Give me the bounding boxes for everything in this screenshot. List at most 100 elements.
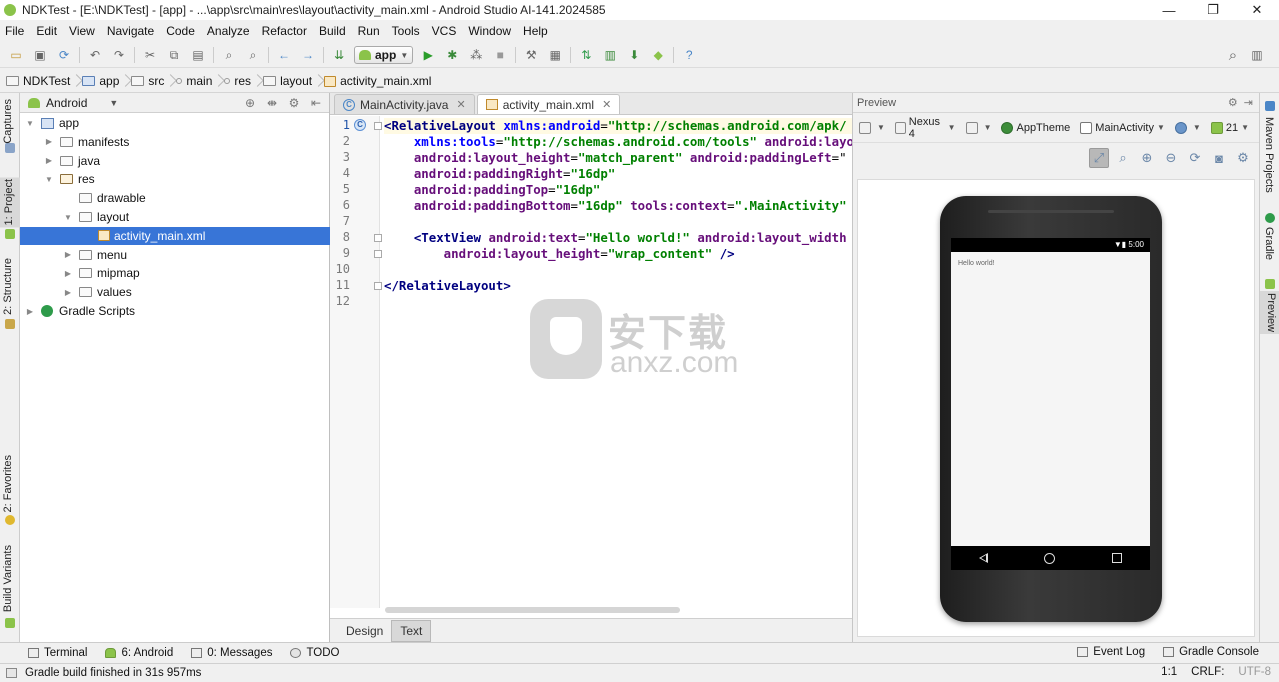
breadcrumb-src[interactable]: src xyxy=(131,74,172,88)
expand-arrow-icon[interactable]: ▶ xyxy=(25,307,35,316)
tab-maven-projects[interactable]: Maven Projects xyxy=(1263,117,1275,193)
attach-debugger-icon[interactable]: ⁂ xyxy=(468,47,484,63)
sync-icon[interactable]: ⟳ xyxy=(56,47,72,63)
layout-icon[interactable]: ▥ xyxy=(1249,47,1265,63)
breadcrumb-res[interactable]: res xyxy=(224,74,259,88)
tree-item[interactable]: ▶ manifests xyxy=(44,133,129,151)
refresh-icon[interactable]: ⟳ xyxy=(1185,148,1205,168)
tab-captures[interactable]: Captures xyxy=(2,99,14,144)
fold-icon[interactable] xyxy=(374,282,382,290)
debug-icon[interactable]: ✱ xyxy=(444,47,460,63)
fold-icon[interactable] xyxy=(374,250,382,258)
locate-icon[interactable]: ⊕ xyxy=(243,96,257,110)
chevron-down-icon[interactable]: ▼ xyxy=(109,98,118,108)
menu-window[interactable]: Window xyxy=(468,24,511,38)
collapse-arrow-icon[interactable]: ▼ xyxy=(63,213,73,222)
menu-edit[interactable]: Edit xyxy=(36,24,57,38)
breadcrumb-project[interactable]: NDKTest xyxy=(6,74,78,88)
tree-item[interactable]: ▶ mipmap xyxy=(63,264,140,282)
tab-project[interactable]: 1: Project xyxy=(0,177,20,228)
sdk-manager-icon[interactable]: ⚒ xyxy=(523,47,539,63)
cut-icon[interactable]: ✂ xyxy=(142,47,158,63)
activity-select[interactable]: MainActivity ▼ xyxy=(1080,121,1165,134)
breadcrumb-file[interactable]: activity_main.xml xyxy=(324,74,439,88)
tab-design[interactable]: Design xyxy=(338,621,391,641)
run-configuration-select[interactable]: app ▼ xyxy=(354,46,414,64)
tree-item[interactable]: ▶ menu xyxy=(63,246,127,264)
zoom-in-icon[interactable]: ⊕ xyxy=(1137,148,1157,168)
tab-activity-main-xml[interactable]: activity_main.xml ✕ xyxy=(476,94,621,114)
breadcrumb-layout[interactable]: layout xyxy=(263,74,320,88)
tree-item[interactable]: activity_main.xml xyxy=(20,226,330,245)
tree-item[interactable]: ▶ Gradle Scripts xyxy=(25,302,135,320)
tab-mainactivity-java[interactable]: C MainActivity.java ✕ xyxy=(334,94,475,114)
minimize-button[interactable]: — xyxy=(1147,0,1191,20)
hide-panel-icon[interactable]: ⇥ xyxy=(1244,96,1253,109)
maximize-button[interactable]: ❐ xyxy=(1191,0,1235,20)
sync-gradle-icon[interactable]: ⇅ xyxy=(578,47,594,63)
breadcrumb-app[interactable]: app xyxy=(82,74,127,88)
open-folder-icon[interactable]: ▭ xyxy=(8,47,24,63)
collapse-arrow-icon[interactable]: ▼ xyxy=(44,175,54,184)
collapse-icon[interactable]: ⇼ xyxy=(265,96,279,110)
zoom-to-fit-icon[interactable]: ⤢ xyxy=(1089,148,1109,168)
tool-event-log[interactable]: Event Log xyxy=(1077,646,1145,658)
expand-arrow-icon[interactable]: ▶ xyxy=(63,250,73,259)
screenshot-icon[interactable]: ◙ xyxy=(1209,148,1229,168)
tab-structure[interactable]: 2: Structure xyxy=(2,258,14,315)
close-icon[interactable]: ✕ xyxy=(456,98,465,111)
class-marker-icon[interactable]: C xyxy=(354,119,366,131)
tab-build-variants[interactable]: Build Variants xyxy=(2,545,14,612)
expand-arrow-icon[interactable]: ▶ xyxy=(44,156,54,165)
menu-run[interactable]: Run xyxy=(358,24,380,38)
copy-icon[interactable]: ⧉ xyxy=(166,47,182,63)
menu-refactor[interactable]: Refactor xyxy=(262,24,307,38)
expand-arrow-icon[interactable]: ▶ xyxy=(44,137,54,146)
tool-terminal[interactable]: Terminal xyxy=(28,647,87,659)
settings-icon[interactable]: ⚙ xyxy=(1233,148,1253,168)
locale-select[interactable]: ▼ xyxy=(1174,121,1201,134)
tree-item[interactable]: ▼ res xyxy=(44,170,95,188)
menu-vcs[interactable]: VCS xyxy=(432,24,457,38)
fold-icon[interactable] xyxy=(374,234,382,242)
sdk-download-icon[interactable]: ⬇ xyxy=(626,47,642,63)
tool-android[interactable]: 6: Android xyxy=(105,647,173,659)
undo-icon[interactable]: ↶ xyxy=(87,47,103,63)
menu-code[interactable]: Code xyxy=(166,24,195,38)
menu-tools[interactable]: Tools xyxy=(392,24,420,38)
file-encoding[interactable]: UTF-8 xyxy=(1238,666,1271,678)
tab-preview[interactable]: Preview xyxy=(1260,291,1279,335)
device-monitor-icon[interactable]: ▥ xyxy=(602,47,618,63)
search-icon[interactable]: ⌕ xyxy=(1225,47,1241,64)
close-button[interactable]: ✕ xyxy=(1235,0,1279,20)
collapse-arrow-icon[interactable]: ▼ xyxy=(25,119,35,128)
tab-favorites[interactable]: 2: Favorites xyxy=(2,455,14,512)
forward-icon[interactable]: → xyxy=(300,47,316,63)
horizontal-scrollbar[interactable] xyxy=(385,607,680,613)
tree-item[interactable]: drawable xyxy=(63,189,146,207)
gear-icon[interactable]: ⚙ xyxy=(287,96,301,110)
expand-arrow-icon[interactable]: ▶ xyxy=(63,269,73,278)
project-view-select[interactable]: Android xyxy=(46,96,87,110)
api-select[interactable]: 21 ▼ xyxy=(1210,121,1249,134)
device-select[interactable]: Nexus 4 ▼ xyxy=(894,116,956,140)
actual-size-icon[interactable]: ⌕ xyxy=(1113,148,1133,168)
tool-todo[interactable]: TODO xyxy=(290,647,339,659)
close-icon[interactable]: ✕ xyxy=(602,98,611,111)
menu-help[interactable]: Help xyxy=(523,24,548,38)
android-monitor-icon[interactable]: ◆ xyxy=(650,47,666,63)
code-editor[interactable]: <RelativeLayout xmlns:android="http://sc… xyxy=(384,116,852,608)
avd-manager-icon[interactable]: ▦ xyxy=(547,47,563,63)
fold-icon[interactable] xyxy=(374,122,382,130)
paste-icon[interactable]: ▤ xyxy=(190,47,206,63)
tree-item[interactable]: ▼ app xyxy=(25,114,79,132)
tab-gradle[interactable]: Gradle xyxy=(1263,227,1275,260)
zoom-out-icon[interactable]: ⊖ xyxy=(1161,148,1181,168)
find-icon[interactable]: ⌕ xyxy=(221,47,237,63)
redo-icon[interactable]: ↷ xyxy=(111,47,127,63)
tab-text[interactable]: Text xyxy=(391,619,432,642)
tree-item[interactable]: ▶ java xyxy=(44,152,100,170)
tool-messages[interactable]: 0: Messages xyxy=(191,647,272,659)
line-separator[interactable]: CRLF: xyxy=(1191,666,1224,678)
theme-select[interactable]: AppTheme xyxy=(1001,121,1070,134)
